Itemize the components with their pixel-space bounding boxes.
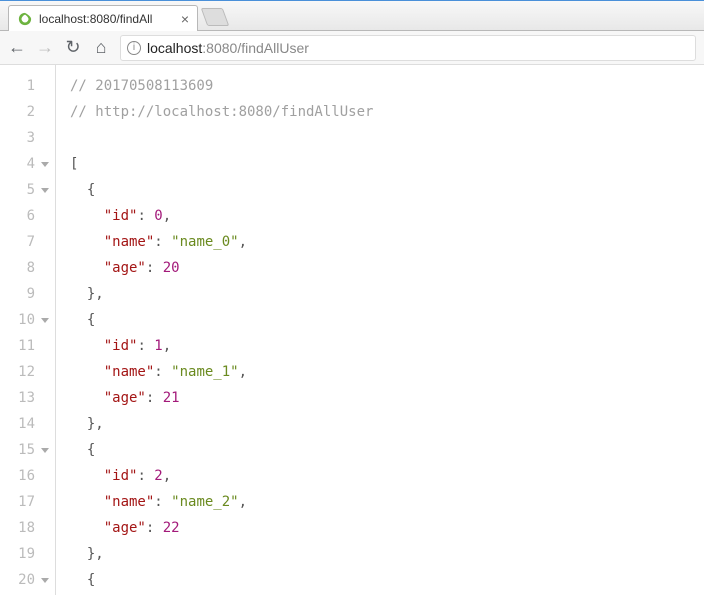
new-tab-button[interactable] — [201, 8, 230, 26]
line-number: 3 — [27, 125, 35, 151]
tab-bar: localhost:8080/findAll × — [0, 1, 704, 31]
spring-leaf-icon — [17, 11, 33, 27]
line-number: 20 — [18, 567, 35, 593]
comment-line: // 20170508113609 — [70, 78, 213, 94]
line-number: 16 — [18, 463, 35, 489]
json-key: "id" — [104, 468, 138, 484]
json-value: 2 — [154, 468, 162, 484]
json-value: 20 — [163, 260, 180, 276]
site-info-icon[interactable]: i — [127, 41, 141, 55]
json-value: 1 — [154, 338, 162, 354]
line-number: 14 — [18, 411, 35, 437]
code-area[interactable]: // 20170508113609 // http://localhost:80… — [56, 65, 704, 595]
line-gutter: 1 2 3 4 5 6 7 8 9 10 11 12 13 14 15 16 1… — [0, 65, 56, 595]
url-port: :8080 — [202, 40, 237, 56]
json-key: "age" — [104, 260, 146, 276]
line-number: 17 — [18, 489, 35, 515]
line-number: 9 — [27, 281, 35, 307]
fold-icon[interactable] — [41, 162, 49, 167]
line-number: 11 — [18, 333, 35, 359]
json-value: 0 — [154, 208, 162, 224]
json-value: "name_0" — [171, 234, 238, 250]
line-number: 10 — [18, 307, 35, 333]
browser-chrome: localhost:8080/findAll × ← → ↻ ⌂ i local… — [0, 0, 704, 65]
line-number: 7 — [27, 229, 35, 255]
line-number: 18 — [18, 515, 35, 541]
browser-tab[interactable]: localhost:8080/findAll × — [8, 5, 198, 31]
fold-icon[interactable] — [41, 188, 49, 193]
line-number: 5 — [27, 177, 35, 203]
url-path: /findAllUser — [237, 40, 309, 56]
forward-button: → — [36, 37, 54, 58]
line-number: 1 — [27, 73, 35, 99]
line-number: 4 — [27, 151, 35, 177]
json-key: "age" — [104, 390, 146, 406]
address-bar[interactable]: i localhost:8080/findAllUser — [120, 35, 696, 61]
tab-title: localhost:8080/findAll — [39, 12, 175, 26]
line-number: 19 — [18, 541, 35, 567]
json-key: "id" — [104, 338, 138, 354]
fold-icon[interactable] — [41, 578, 49, 583]
json-key: "name" — [104, 234, 155, 250]
fold-icon[interactable] — [41, 318, 49, 323]
json-key: "id" — [104, 208, 138, 224]
home-button[interactable]: ⌂ — [92, 37, 110, 58]
json-key: "name" — [104, 494, 155, 510]
json-key: "name" — [104, 364, 155, 380]
json-value: 22 — [163, 520, 180, 536]
fold-icon[interactable] — [41, 448, 49, 453]
line-number: 13 — [18, 385, 35, 411]
back-button[interactable]: ← — [8, 37, 26, 58]
line-number: 15 — [18, 437, 35, 463]
line-number: 2 — [27, 99, 35, 125]
json-value: "name_1" — [171, 364, 238, 380]
json-key: "age" — [104, 520, 146, 536]
line-number: 8 — [27, 255, 35, 281]
comment-line: // http://localhost:8080/findAllUser — [70, 104, 373, 120]
line-number: 12 — [18, 359, 35, 385]
json-value: "name_2" — [171, 494, 238, 510]
line-number: 6 — [27, 203, 35, 229]
json-value: 21 — [163, 390, 180, 406]
close-icon[interactable]: × — [181, 11, 189, 27]
toolbar: ← → ↻ ⌂ i localhost:8080/findAllUser — [0, 31, 704, 65]
url-host: localhost — [147, 40, 202, 56]
json-viewer: 1 2 3 4 5 6 7 8 9 10 11 12 13 14 15 16 1… — [0, 65, 704, 595]
reload-button[interactable]: ↻ — [64, 37, 82, 58]
